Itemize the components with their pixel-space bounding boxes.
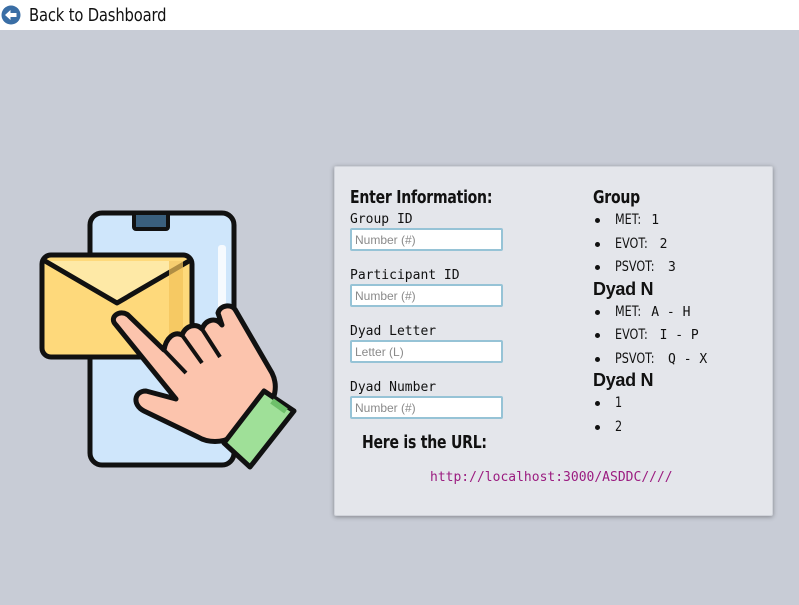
participant-id-label: Participant ID bbox=[350, 268, 460, 283]
group-id-label: Group ID bbox=[350, 212, 413, 227]
url-title: Here is the URL: bbox=[362, 432, 487, 453]
dyad-number-field: Dyad Number bbox=[350, 380, 510, 419]
participant-id-input[interactable] bbox=[350, 284, 503, 307]
generated-url: http://localhost:3000/ASDDC//// bbox=[430, 470, 673, 485]
arrow-left-circle-icon bbox=[1, 5, 21, 25]
list-item: PSVOT: 3 bbox=[593, 255, 763, 279]
phone-envelope-tap-illustration bbox=[36, 205, 301, 475]
dyad-letter-input[interactable] bbox=[350, 340, 503, 363]
group-section-title: Group bbox=[593, 187, 640, 208]
list-item: 1 bbox=[593, 391, 763, 415]
back-to-dashboard-link[interactable]: Back to Dashboard bbox=[1, 5, 196, 26]
info-section: Group MET: 1 EVOT: 2 PSVOT: 3 Dyad N MET… bbox=[593, 187, 763, 438]
top-bar: Back to Dashboard bbox=[0, 0, 799, 30]
group-id-input[interactable] bbox=[350, 228, 503, 251]
form-title: Enter Information: bbox=[350, 187, 493, 208]
info-card: Enter Information: Group ID Participant … bbox=[334, 166, 773, 516]
dyad-letter-field: Dyad Letter bbox=[350, 324, 510, 363]
dyad-letter-label: Dyad Letter bbox=[350, 324, 437, 339]
dyad-number-input[interactable] bbox=[350, 396, 503, 419]
back-to-dashboard-label: Back to Dashboard bbox=[29, 4, 167, 26]
list-item: EVOT: I - P bbox=[593, 323, 763, 347]
dyad-letter-list: MET: A - H EVOT: I - P PSVOT: Q - X bbox=[593, 300, 763, 371]
list-item: EVOT: 2 bbox=[593, 232, 763, 256]
dyad-number-section-title: Dyad N bbox=[593, 370, 654, 390]
group-list: MET: 1 EVOT: 2 PSVOT: 3 bbox=[593, 208, 763, 279]
participant-id-field: Participant ID bbox=[350, 268, 510, 307]
form-section: Enter Information: Group ID Participant … bbox=[350, 187, 570, 419]
list-item: MET: 1 bbox=[593, 208, 763, 232]
group-id-field: Group ID bbox=[350, 212, 510, 251]
list-item: 2 bbox=[593, 415, 763, 439]
dyad-number-list: 1 2 bbox=[593, 391, 763, 438]
list-item: PSVOT: Q - X bbox=[593, 347, 763, 371]
list-item: MET: A - H bbox=[593, 300, 763, 324]
dyad-letter-section-title: Dyad N bbox=[593, 278, 654, 299]
dyad-number-label: Dyad Number bbox=[350, 380, 437, 395]
